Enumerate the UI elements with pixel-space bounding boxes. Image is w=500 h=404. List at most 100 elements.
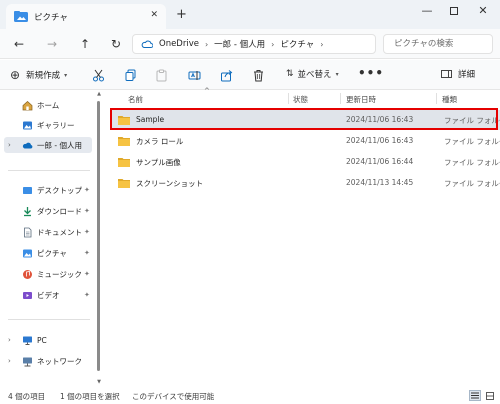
breadcrumb-onedrive[interactable]: OneDrive — [159, 39, 199, 49]
scroll-down-arrow[interactable]: ▼ — [96, 379, 102, 385]
more-options-button[interactable]: ••• — [358, 66, 384, 80]
sidebar-item-home[interactable]: ホーム — [0, 97, 92, 113]
delete-button[interactable] — [250, 67, 266, 83]
search-input[interactable]: ピクチャの検索 — [383, 34, 493, 54]
sidebar-item-label: ドキュメント — [37, 227, 82, 237]
sidebar-divider — [8, 319, 90, 320]
pin-icon: ✦ — [84, 291, 90, 299]
pin-icon: ✦ — [84, 186, 90, 194]
column-separator[interactable] — [436, 93, 437, 104]
rename-icon — [188, 70, 200, 80]
sort-ascending-icon: ^ — [204, 87, 210, 95]
trash-icon — [253, 69, 263, 81]
file-row-sample-pictures[interactable]: サンプル画像 2024/11/06 16:44 ファイル フォルダー — [112, 152, 500, 172]
pictures-icon — [23, 249, 32, 257]
sidebar-item-label: ビデオ — [37, 290, 60, 300]
availability-status: このデバイスで使用可能 — [132, 392, 215, 401]
address-bar[interactable]: OneDrive › 一郎 - 個人用 › ピクチャ › — [132, 34, 376, 54]
breadcrumb-personal[interactable]: 一郎 - 個人用 — [214, 38, 265, 50]
column-separator[interactable] — [340, 93, 341, 104]
column-type[interactable]: 種類 — [442, 94, 457, 105]
sidebar-item-documents[interactable]: ドキュメント ✦ — [0, 224, 92, 240]
navigation-pane: ホーム ギャラリー › 一郎 - 個人用 デスクトップ ✦ ダウンロード ✦ ド… — [0, 91, 96, 385]
scroll-up-arrow[interactable]: ▲ — [96, 91, 102, 97]
tab-title: ピクチャ — [34, 12, 68, 23]
file-row-screenshots[interactable]: スクリーンショット 2024/11/13 14:45 ファイル フォルダー — [112, 173, 500, 193]
sidebar-item-onedrive[interactable]: › 一郎 - 個人用 — [4, 137, 92, 153]
file-row-camera-roll[interactable]: カメラ ロール 2024/11/06 16:43 ファイル フォルダー — [112, 131, 500, 151]
sidebar-item-label: ピクチャ — [37, 248, 67, 258]
chevron-right-icon[interactable]: › — [8, 141, 11, 149]
file-name: スクリーンショット — [136, 179, 204, 188]
chevron-right-icon[interactable]: › — [8, 357, 11, 365]
pin-icon: ✦ — [84, 249, 90, 257]
pc-icon — [23, 336, 32, 345]
rename-button[interactable] — [186, 67, 202, 83]
sort-button[interactable]: ⇅ 並べ替え ▾ — [286, 68, 339, 80]
home-icon — [22, 100, 33, 110]
sidebar-item-desktop[interactable]: デスクトップ ✦ — [0, 182, 92, 198]
breadcrumb-separator: › — [204, 39, 209, 49]
minimize-button[interactable]: — — [414, 4, 440, 20]
plus-icon: ⊕ — [10, 68, 21, 82]
file-date: 2024/11/06 16:44 — [346, 157, 414, 166]
copy-icon — [125, 69, 135, 81]
column-name[interactable]: 名前 — [128, 94, 143, 105]
column-header: ^ 名前 状態 更新日時 種類 — [104, 87, 500, 105]
file-explorer-window: ピクチャ ✕ + — ✕ ← → ↑ ↻ OneDrive › 一郎 - 個人用… — [0, 0, 500, 404]
status-bar: 4 個の項目 1 個の項目を選択 このデバイスで使用可能 — [0, 388, 500, 404]
address-row: ← → ↑ ↻ OneDrive › 一郎 - 個人用 › ピクチャ › ピクチ… — [0, 29, 500, 59]
sort-label: 並べ替え — [297, 70, 332, 80]
maximize-button[interactable] — [441, 4, 467, 20]
sidebar-item-downloads[interactable]: ダウンロード ✦ — [0, 203, 92, 219]
column-status[interactable]: 状態 — [293, 94, 308, 105]
new-tab-button[interactable]: + — [176, 7, 187, 22]
breadcrumb-pictures[interactable]: ピクチャ — [280, 38, 314, 50]
breadcrumb-chevron[interactable]: › — [320, 40, 323, 49]
command-bar: ⊕ 新規作成 ▾ ⇅ 並べ替え ▾ ••• 詳細 — [0, 60, 500, 90]
sidebar-item-label: ミュージック — [37, 269, 82, 279]
sidebar-item-label: デスクトップ — [37, 185, 82, 195]
pictures-folder-icon — [14, 11, 28, 22]
sidebar-item-network[interactable]: › ネットワーク — [0, 353, 92, 369]
close-button[interactable]: ✕ — [470, 4, 496, 20]
download-icon — [24, 206, 31, 216]
copy-button[interactable] — [122, 67, 138, 83]
chevron-down-icon: ▾ — [64, 71, 68, 79]
up-button[interactable]: ↑ — [77, 36, 93, 52]
details-button[interactable]: 詳細 — [441, 68, 475, 80]
sidebar-item-label: ギャラリー — [37, 120, 75, 130]
forward-button[interactable]: → — [44, 36, 60, 52]
details-view-button[interactable] — [469, 390, 481, 401]
column-separator[interactable] — [288, 93, 289, 104]
file-type: ファイル フォルダー — [444, 179, 500, 188]
sidebar-item-gallery[interactable]: ギャラリー — [0, 117, 92, 133]
onedrive-icon — [22, 142, 33, 148]
tiles-view-button[interactable] — [484, 390, 496, 401]
sidebar-item-pictures[interactable]: ピクチャ ✦ — [0, 245, 92, 261]
pin-icon: ✦ — [84, 228, 90, 236]
back-button[interactable]: ← — [11, 36, 27, 52]
folder-icon — [118, 158, 130, 167]
sidebar-item-label: 一郎 - 個人用 — [37, 140, 82, 150]
file-list: ^ 名前 状態 更新日時 種類 Sample 2024/11/06 16:43 … — [104, 87, 500, 385]
scroll-thumb[interactable] — [97, 101, 100, 371]
share-button[interactable] — [218, 67, 234, 83]
sidebar-item-music[interactable]: ミュージック ✦ — [0, 266, 92, 282]
tab-close-icon[interactable]: ✕ — [150, 10, 158, 20]
tab-pictures[interactable]: ピクチャ ✕ — [6, 4, 166, 29]
column-date[interactable]: 更新日時 — [346, 94, 376, 105]
breadcrumb-separator: › — [271, 39, 275, 49]
file-type: ファイル フォルダー — [444, 158, 500, 167]
refresh-button[interactable]: ↻ — [108, 36, 124, 52]
cut-button[interactable] — [90, 67, 106, 83]
file-row-sample[interactable]: Sample 2024/11/06 16:43 ファイル フォルダー — [112, 110, 500, 130]
new-button[interactable]: ⊕ 新規作成 ▾ — [10, 68, 67, 82]
sidebar-item-pc[interactable]: › PC — [0, 332, 92, 348]
share-icon — [220, 69, 232, 81]
sidebar-item-videos[interactable]: ビデオ ✦ — [0, 287, 92, 303]
maximize-icon — [450, 7, 458, 15]
paste-button[interactable] — [153, 67, 169, 83]
chevron-right-icon[interactable]: › — [8, 336, 11, 344]
sidebar-scrollbar[interactable]: ▲ ▼ — [96, 91, 102, 385]
